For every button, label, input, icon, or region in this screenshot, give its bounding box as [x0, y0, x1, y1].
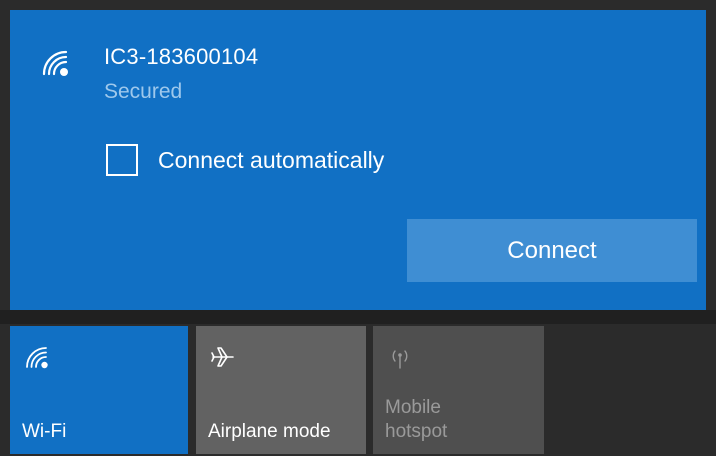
quick-action-mobile-hotspot-label: Mobile hotspot	[385, 396, 447, 444]
screen: IC3-183600104 Secured Connect automatica…	[0, 0, 716, 456]
quick-actions: Wi-Fi Airplane mode Mobile hotspot	[0, 324, 716, 456]
wifi-signal-icon	[42, 50, 68, 76]
network-ssid: IC3-183600104	[104, 44, 259, 69]
quick-action-mobile-hotspot-label-line1: Mobile	[385, 397, 441, 418]
wifi-icon	[26, 347, 48, 369]
quick-action-airplane-mode-label: Airplane mode	[208, 421, 331, 442]
mobile-hotspot-icon	[392, 350, 408, 369]
quick-action-wifi[interactable]: Wi-Fi	[10, 326, 188, 454]
connect-automatically-checkbox[interactable]	[106, 144, 138, 176]
quick-action-airplane-mode[interactable]: Airplane mode	[196, 326, 366, 454]
quick-action-wifi-label: Wi-Fi	[22, 421, 67, 442]
connect-button[interactable]: Connect	[407, 219, 697, 282]
connect-automatically-option[interactable]: Connect automatically	[106, 142, 384, 178]
quick-action-mobile-hotspot-label-line2: hotspot	[385, 421, 448, 442]
airplane-icon	[211, 347, 234, 367]
quick-action-mobile-hotspot[interactable]: Mobile hotspot	[373, 326, 544, 454]
panel-divider	[0, 310, 716, 324]
connect-automatically-label: Connect automatically	[158, 146, 385, 173]
network-security-status: Secured	[104, 80, 183, 103]
network-item-panel[interactable]: IC3-183600104 Secured Connect automatica…	[10, 10, 706, 310]
